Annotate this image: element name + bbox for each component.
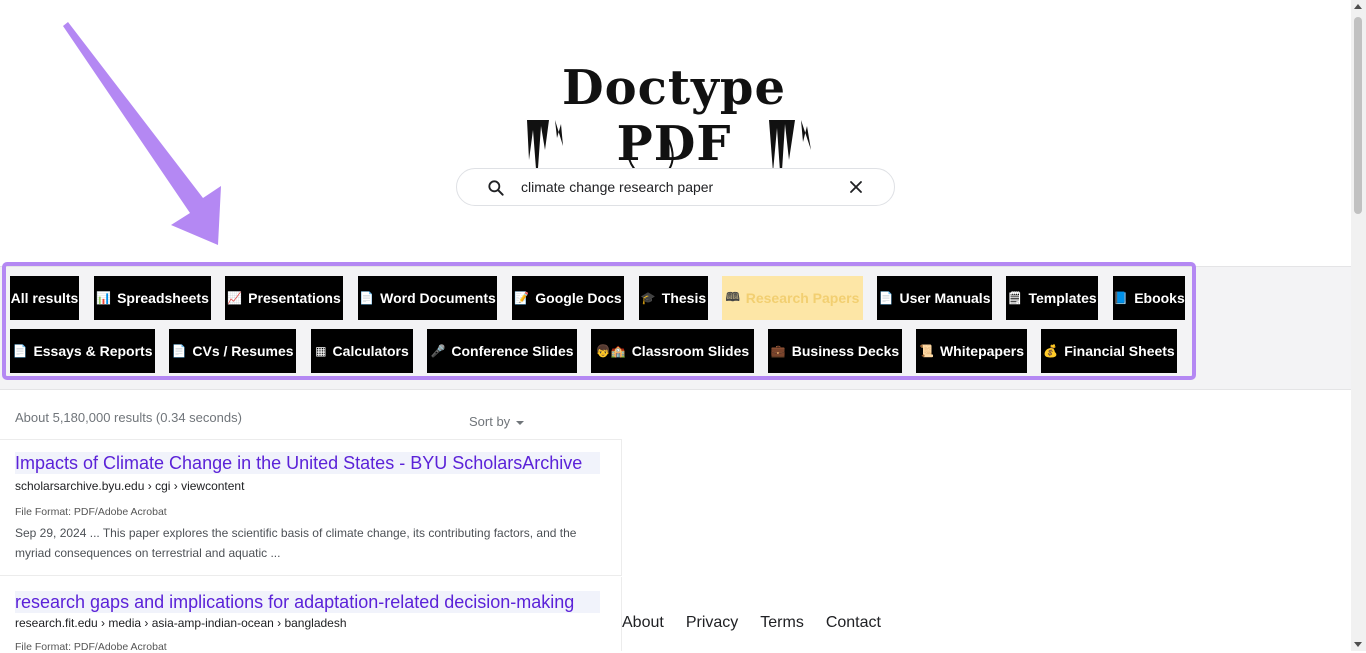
clear-search-icon[interactable] — [846, 177, 866, 197]
search-input[interactable] — [521, 176, 841, 198]
footer-privacy-link[interactable]: Privacy — [686, 614, 738, 631]
results-stats: About 5,180,000 results (0.34 seconds) — [15, 410, 242, 425]
annotation-arrow-icon — [63, 22, 221, 245]
search-bar — [456, 168, 895, 206]
caret-down-icon — [516, 420, 525, 425]
annotation-highlight-box — [2, 262, 1196, 380]
scroll-down-arrow-icon[interactable] — [1354, 642, 1362, 647]
search-icon[interactable] — [486, 178, 506, 198]
result-snippet: Sep 29, 2024 ... This paper explores the… — [15, 526, 577, 560]
page-scrollbar[interactable] — [1351, 0, 1366, 651]
result-file-format: File Format: PDF/Adobe Acrobat — [15, 506, 167, 518]
sort-by-dropdown[interactable]: Sort by — [469, 414, 525, 429]
result-title-link[interactable]: Impacts of Climate Change in the United … — [15, 452, 600, 474]
result-url: research.fit.edu › media › asia-amp-indi… — [15, 616, 347, 630]
sort-label: Sort by — [469, 414, 511, 429]
search-result: Impacts of Climate Change in the United … — [0, 439, 622, 576]
footer-terms-link[interactable]: Terms — [760, 614, 804, 631]
site-logo[interactable]: Doctype PDF — [519, 50, 829, 186]
result-url: scholarsarchive.byu.edu › cgi › viewcont… — [15, 479, 245, 493]
scroll-up-arrow-icon[interactable] — [1354, 4, 1362, 9]
footer-contact-link[interactable]: Contact — [826, 614, 881, 631]
footer-about-link[interactable]: About — [622, 614, 664, 631]
result-file-format: File Format: PDF/Adobe Acrobat — [15, 641, 167, 653]
footer-links: About Privacy Terms Contact — [622, 614, 903, 632]
scrollbar-thumb[interactable] — [1354, 17, 1362, 214]
result-title-link[interactable]: research gaps and implications for adapt… — [15, 591, 600, 613]
search-result: research gaps and implications for adapt… — [0, 577, 622, 653]
